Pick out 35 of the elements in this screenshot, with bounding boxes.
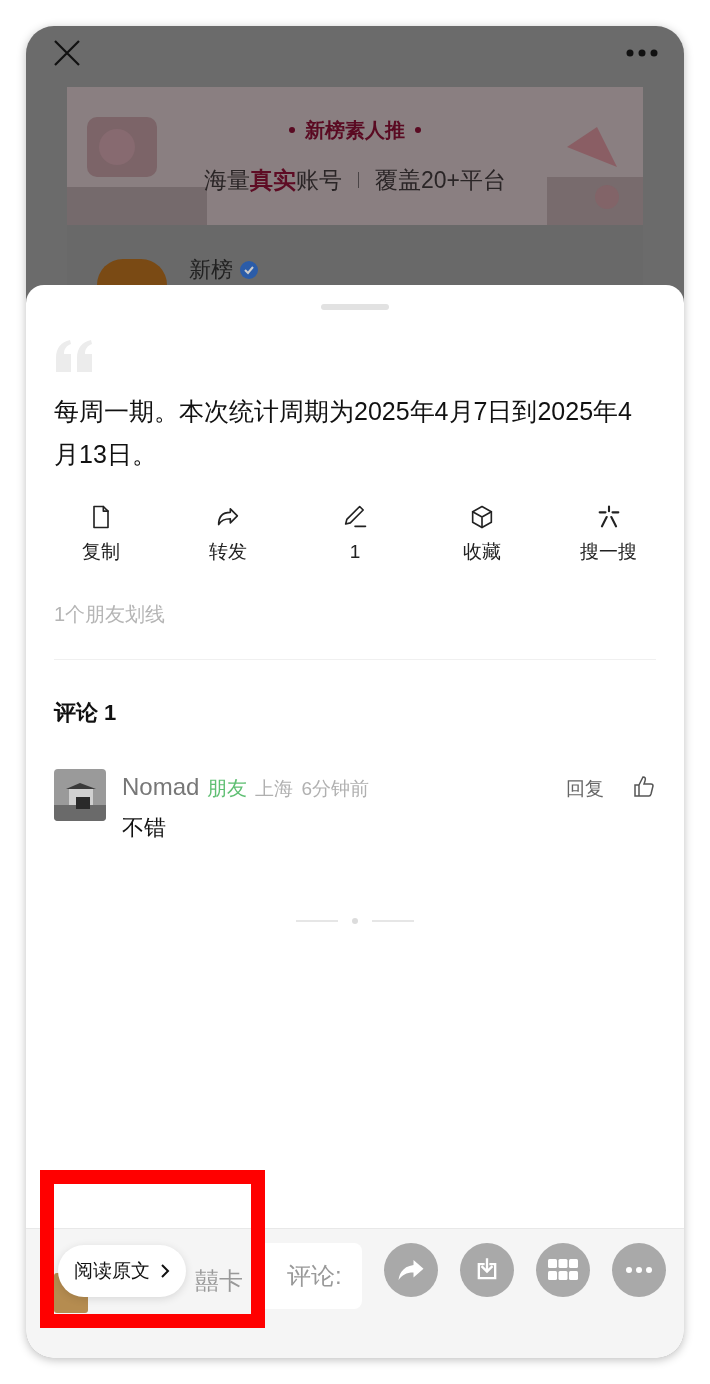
grid-button[interactable]: [536, 1243, 590, 1297]
end-divider-icon: [296, 917, 414, 924]
drag-handle[interactable]: [321, 304, 389, 310]
close-button[interactable]: [52, 38, 82, 68]
share-button[interactable]: [384, 1243, 438, 1297]
account-avatar: [97, 259, 167, 285]
comment-time: 6分钟前: [301, 776, 369, 801]
more-icon[interactable]: [626, 48, 658, 58]
read-original-button[interactable]: 阅读原文: [58, 1245, 186, 1297]
grid-icon: [548, 1259, 578, 1281]
highlight-count: 1个朋友划线: [54, 601, 167, 627]
comment-location: 上海: [255, 776, 294, 801]
comment-text: 不错: [122, 813, 167, 842]
action-button[interactable]: 1: [291, 503, 419, 567]
commenter-name[interactable]: Nomad: [122, 768, 200, 805]
card-label: 囍卡: [195, 1266, 243, 1296]
action-button[interactable]: 复制: [38, 503, 165, 567]
account-name: 新榜: [189, 256, 233, 284]
action-button[interactable]: 搜一搜: [545, 503, 672, 567]
quote-text: 每周一期。本次统计周期为2025年4月7日到2025年4月13日。: [54, 396, 633, 470]
friend-tag: 朋友: [207, 772, 248, 803]
bullet-icon: [289, 126, 295, 133]
action-button[interactable]: 收藏: [418, 503, 546, 567]
more-button[interactable]: [612, 1243, 666, 1297]
banner-title: 新榜素人推: [305, 117, 405, 143]
chevron-icon: [160, 1263, 170, 1279]
more-icon: [625, 1266, 653, 1274]
comments-title: 评论 1: [54, 698, 118, 727]
like-button[interactable]: [632, 774, 656, 799]
action-button[interactable]: 转发: [164, 503, 292, 567]
bullet-icon: [415, 126, 421, 133]
reply-button[interactable]: 回复: [566, 774, 604, 803]
banner-tagline: 覆盖20+平台: [375, 165, 506, 195]
banner-tagline: 海量真实账号: [204, 165, 342, 195]
download-button[interactable]: [460, 1243, 514, 1297]
